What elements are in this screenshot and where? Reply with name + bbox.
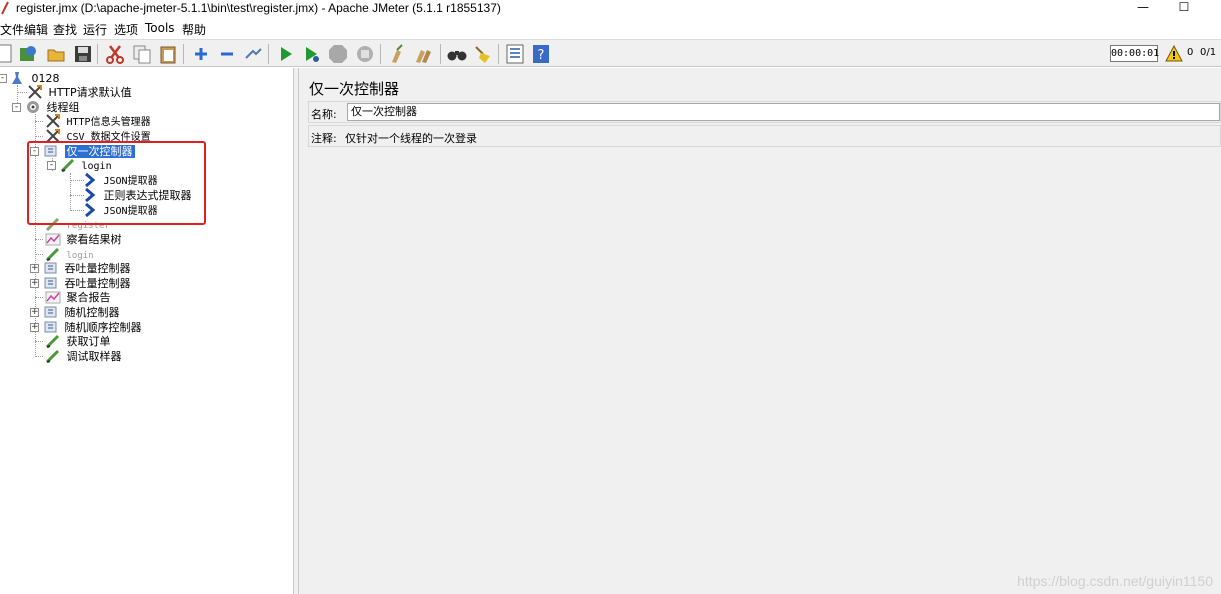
tree-node-label: 察看结果树 — [66, 233, 122, 246]
search-icon[interactable] — [446, 43, 468, 65]
paste-icon[interactable] — [157, 43, 179, 65]
title-bar: register.jmx (D:\apache-jmeter-5.1.1\bin… — [0, 0, 1221, 18]
menu-options[interactable]: 选项 — [114, 21, 138, 38]
start-icon[interactable] — [275, 43, 297, 65]
tree-node-throughput-controller-2[interactable]: + 吞吐量控制器 — [28, 276, 131, 291]
tree-node-label: 调试取样器 — [66, 350, 122, 363]
toolbar: ? 00:00:01 0 0/1 — [0, 39, 1221, 67]
help-icon[interactable]: ? — [530, 43, 552, 65]
clear-all-icon[interactable] — [413, 43, 435, 65]
cut-icon[interactable] — [104, 43, 126, 65]
logic-controller-icon — [43, 320, 59, 334]
name-label: 名称: — [311, 108, 337, 121]
tree-node-label: HTTP信息头管理器 — [66, 117, 151, 128]
config-wrench-icon — [27, 85, 43, 99]
menu-edit[interactable]: 编辑 — [24, 21, 48, 38]
toggle-icon[interactable] — [242, 43, 264, 65]
listener-chart-icon — [45, 290, 61, 304]
tree-node-label: 吞吐量控制器 — [64, 262, 131, 275]
tree-node-label: 随机控制器 — [64, 306, 120, 319]
expand-toggle[interactable]: + — [30, 308, 39, 317]
sampler-pen-icon — [45, 247, 61, 262]
logic-controller-icon — [43, 261, 59, 275]
open-icon[interactable] — [45, 43, 67, 65]
warning-icon[interactable] — [1165, 45, 1183, 62]
stop-icon[interactable] — [327, 43, 349, 65]
new-icon[interactable] — [0, 43, 16, 65]
clear-icon[interactable] — [387, 43, 409, 65]
tree-node-label: 获取订单 — [66, 335, 111, 348]
sampler-pen-icon — [45, 349, 61, 364]
copy-icon[interactable] — [131, 43, 153, 65]
menu-help[interactable]: 帮助 — [182, 21, 206, 38]
expand-toggle[interactable]: + — [30, 264, 39, 273]
shutdown-icon[interactable] — [354, 43, 376, 65]
tree-node-random-order-controller[interactable]: + 随机顺序控制器 — [28, 320, 142, 335]
tree-node-get-order[interactable]: 获取订单 — [45, 334, 111, 349]
logic-controller-icon — [43, 276, 59, 290]
menu-run[interactable]: 运行 — [83, 21, 107, 38]
tree-node-random-controller[interactable]: + 随机控制器 — [28, 305, 120, 320]
comment-input[interactable]: 仅针对一个线程的一次登录 — [345, 130, 477, 146]
menu-tools[interactable]: Tools — [145, 21, 175, 35]
tree-node-header-manager[interactable]: HTTP信息头管理器 — [45, 114, 151, 129]
save-icon[interactable] — [72, 43, 94, 65]
test-plan-icon — [10, 71, 26, 85]
tree-node-view-results-tree[interactable]: 察看结果树 — [45, 232, 122, 247]
thread-group-gear-icon — [25, 100, 41, 114]
menu-search[interactable]: 查找 — [53, 21, 77, 38]
tree-node-login-disabled[interactable]: login — [45, 247, 94, 262]
listener-chart-icon — [45, 232, 61, 246]
element-editor-panel: 仅一次控制器 名称: 仅一次控制器 注释: 仅针对一个线程的一次登录 https… — [299, 68, 1221, 594]
function-helper-icon[interactable] — [504, 43, 526, 65]
config-wrench-icon — [45, 114, 61, 128]
expand-all-icon[interactable] — [190, 43, 212, 65]
panel-title: 仅一次控制器 — [309, 80, 400, 98]
watermark: https://blog.csdn.net/guiyin1150 — [1017, 573, 1213, 589]
tree-node-thread-group[interactable]: - 线程组 — [10, 100, 80, 115]
warning-count: 0 — [1187, 47, 1194, 58]
elapsed-time: 00:00:01 — [1110, 45, 1159, 62]
collapse-all-icon[interactable] — [216, 43, 238, 65]
collapse-toggle[interactable]: - — [12, 103, 21, 112]
menu-file[interactable]: 文件 — [0, 21, 24, 38]
tree-node-label: 线程组 — [46, 101, 80, 114]
tree-node-label: 聚合报告 — [66, 291, 111, 304]
svg-text:?: ? — [538, 48, 545, 63]
sampler-pen-icon — [45, 334, 61, 349]
expand-toggle[interactable]: + — [30, 323, 39, 332]
test-plan-tree: - 0128 HTTP请求默认值 - 线程组 HTTP信息头管理器 CSV 数据… — [0, 68, 293, 594]
tree-node-label: 吞吐量控制器 — [64, 277, 131, 290]
active-threads: 0/1 — [1200, 47, 1217, 58]
tree-node-label: 0128 — [31, 72, 60, 85]
tree-node-debug-sampler[interactable]: 调试取样器 — [45, 349, 122, 364]
start-no-pauses-icon[interactable] — [301, 43, 323, 65]
menu-bar: 文件 编辑 查找 运行 选项 Tools 帮助 — [0, 19, 1221, 38]
maximize-button[interactable]: ☐ — [1169, 0, 1199, 16]
tree-node-label: login — [66, 251, 94, 261]
comment-row: 注释: 仅针对一个线程的一次登录 — [308, 125, 1221, 147]
expand-toggle[interactable]: + — [30, 279, 39, 288]
tree-node-aggregate-report[interactable]: 聚合报告 — [45, 290, 111, 305]
tree-node-test-plan[interactable]: - 0128 — [0, 71, 60, 86]
tree-node-label: 随机顺序控制器 — [64, 321, 142, 334]
name-row: 名称: 仅一次控制器 — [308, 101, 1221, 123]
tree-node-throughput-controller-1[interactable]: + 吞吐量控制器 — [28, 261, 131, 276]
tree-node-label: HTTP请求默认值 — [48, 86, 132, 99]
jmeter-feather-icon — [1, 1, 9, 15]
minimize-button[interactable]: — — [1128, 0, 1158, 16]
name-input[interactable]: 仅一次控制器 — [347, 103, 1220, 121]
templates-icon[interactable] — [17, 43, 39, 65]
tree-node-http-defaults[interactable]: HTTP请求默认值 — [27, 85, 132, 100]
reset-search-icon[interactable] — [472, 43, 494, 65]
comment-label: 注释: — [311, 132, 337, 145]
annotation-highlight-box — [27, 141, 206, 225]
window-title: register.jmx (D:\apache-jmeter-5.1.1\bin… — [16, 1, 501, 15]
logic-controller-icon — [43, 305, 59, 319]
collapse-toggle[interactable]: - — [0, 74, 7, 83]
